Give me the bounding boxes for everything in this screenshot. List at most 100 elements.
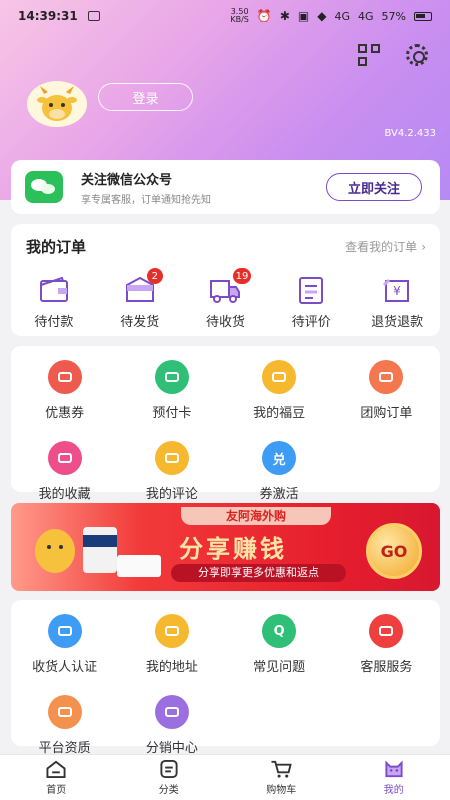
grid-item-location[interactable]: 我的地址 <box>118 614 225 675</box>
grid-item-id-card[interactable]: 收货人认证 <box>11 614 118 675</box>
grid-item-label: 团购订单 <box>360 406 413 421</box>
coupon-icon-glyph <box>57 372 72 382</box>
view-all-orders-link[interactable]: 查看我的订单 <box>345 238 417 255</box>
beans-icon <box>262 360 297 394</box>
id-card-icon <box>47 614 82 648</box>
alarm-icon: ⏰ <box>256 9 272 23</box>
activate-icon: 兑 <box>262 441 297 475</box>
chevron-right-icon: › <box>421 239 426 254</box>
wechat-follow-card: 关注微信公众号 享专属客服，订单通知抢先知 立即关注 <box>11 160 440 214</box>
share-earn-banner[interactable]: 友阿海外购 分享赚钱 分享即享更多优惠和返点 GO <box>11 503 440 591</box>
order-pending-review[interactable]: 待评价 <box>268 275 354 330</box>
certificate-icon <box>47 695 82 729</box>
distribution-icon <box>154 695 189 729</box>
group-icon-glyph <box>379 372 394 382</box>
tab-category[interactable]: 分类 <box>113 755 226 800</box>
comment-icon <box>154 441 189 475</box>
grid-item-activate[interactable]: 兑券激活 <box>226 441 333 502</box>
tab-label: 首页 <box>46 785 67 796</box>
settings-gear-icon[interactable] <box>406 44 428 66</box>
id-card-icon-glyph <box>57 626 72 636</box>
tab-label: 我的 <box>383 785 404 796</box>
status-time: 14:39:31 <box>18 9 78 23</box>
grid-item-question[interactable]: Q 常见问题 <box>226 614 333 675</box>
tab-label: 购物车 <box>266 785 297 796</box>
grid-item-coupon[interactable]: 优惠券 <box>11 360 118 421</box>
certificate-icon-glyph <box>57 707 72 717</box>
login-button[interactable]: 登录 <box>98 83 193 111</box>
wechat-icon <box>25 171 63 203</box>
profile-icon <box>385 760 403 778</box>
grid-item-headset[interactable]: 客服服务 <box>333 614 440 675</box>
question-icon: Q <box>262 614 297 648</box>
grid-item-card[interactable]: 预付卡 <box>118 360 225 421</box>
grid-item-label: 常见问题 <box>253 660 306 675</box>
cow-mascot-icon <box>37 86 77 121</box>
clipboard-icon <box>299 277 324 304</box>
go-button[interactable]: GO <box>366 523 422 579</box>
tab-label: 分类 <box>158 785 179 796</box>
app-version: BV4.2.433 <box>384 128 436 139</box>
cart-icon <box>271 760 292 778</box>
orders-title: 我的订单 <box>26 238 87 256</box>
grid-item-label: 客服服务 <box>360 660 413 675</box>
orders-card: 我的订单 查看我的订单 › 待付款 2 待发货 19 待收货 待评价 ¥ 退货退… <box>11 224 440 336</box>
order-pending-receipt[interactable]: 19 待收货 <box>183 268 269 330</box>
order-pending-payment[interactable]: 待付款 <box>11 275 97 330</box>
grid-item-label: 预付卡 <box>152 406 192 421</box>
order-status-row: 待付款 2 待发货 19 待收货 待评价 ¥ 退货退款 <box>11 268 440 330</box>
banner-subtitle: 分享即享更多优惠和返点 <box>171 564 346 582</box>
location-icon-glyph <box>164 626 179 636</box>
status-bar: 14:39:31 3.50 KB/S ⏰ ✱ ▣ ◆ 4G 4G 57% <box>0 0 450 32</box>
grid-item-group[interactable]: 团购订单 <box>333 360 440 421</box>
network-speed: 3.50 KB/S <box>230 7 249 24</box>
grid-item-label: 我的评论 <box>145 487 198 502</box>
image-notification-icon <box>87 11 100 21</box>
comment-icon-glyph <box>164 453 179 463</box>
banner-products-illustration <box>35 527 161 577</box>
tab-profile[interactable]: 我的 <box>338 755 450 800</box>
grid-item-star[interactable]: 我的收藏 <box>11 441 118 502</box>
group-icon <box>369 360 404 394</box>
signal-4g-2: 4G <box>358 9 374 23</box>
grid-item-label: 券激活 <box>259 487 299 502</box>
card-icon-glyph <box>164 372 179 382</box>
order-refund[interactable]: ¥ 退货退款 <box>354 275 440 330</box>
headset-icon-glyph <box>379 626 394 636</box>
headset-icon <box>369 614 404 648</box>
services-card: 优惠券 预付卡 我的福豆 团购订单我的收藏 我的评论 兑券激活 <box>11 346 440 502</box>
pending-receipt-badge: 19 <box>232 268 252 284</box>
banner-brand-label: 友阿海外购 <box>181 507 331 525</box>
wechat-text: 关注微信公众号 享专属客服，订单通知抢先知 <box>81 169 211 206</box>
tab-home[interactable]: 首页 <box>0 755 113 800</box>
pending-shipment-badge: 2 <box>146 268 163 284</box>
star-icon <box>47 441 82 475</box>
grid-item-comment[interactable]: 我的评论 <box>118 441 225 502</box>
svg-text:¥: ¥ <box>393 284 401 298</box>
grid-item-label: 我的福豆 <box>253 406 306 421</box>
wechat-title: 关注微信公众号 <box>81 172 173 188</box>
battery-icon <box>414 11 432 21</box>
coupon-icon <box>47 360 82 394</box>
battery-percent: 57% <box>381 9 406 23</box>
grid-item-label: 收货人认证 <box>32 660 98 675</box>
beans-icon-glyph <box>272 372 287 382</box>
support-grid: 收货人认证 我的地址 Q 常见问题 客服服务平台资质 分销中心 <box>11 600 440 756</box>
volte-icon: ▣ <box>297 9 310 23</box>
wallet-icon <box>39 276 68 302</box>
category-icon <box>160 759 178 779</box>
qr-code-icon[interactable] <box>358 44 380 66</box>
grid-item-label: 我的地址 <box>145 660 198 675</box>
location-icon <box>154 614 189 648</box>
tab-cart[interactable]: 购物车 <box>225 755 338 800</box>
grid-item-beans[interactable]: 我的福豆 <box>226 360 333 421</box>
grid-item-distribution[interactable]: 分销中心 <box>118 695 225 756</box>
header-actions <box>358 44 428 66</box>
avatar[interactable] <box>27 81 87 127</box>
order-pending-shipment[interactable]: 2 待发货 <box>97 268 183 330</box>
follow-button[interactable]: 立即关注 <box>326 173 422 201</box>
bottom-tab-bar: 首页 分类 购物车 我的 <box>0 754 450 800</box>
card-icon <box>154 360 189 394</box>
grid-item-certificate[interactable]: 平台资质 <box>11 695 118 756</box>
services-grid: 优惠券 预付卡 我的福豆 团购订单我的收藏 我的评论 兑券激活 <box>11 346 440 502</box>
